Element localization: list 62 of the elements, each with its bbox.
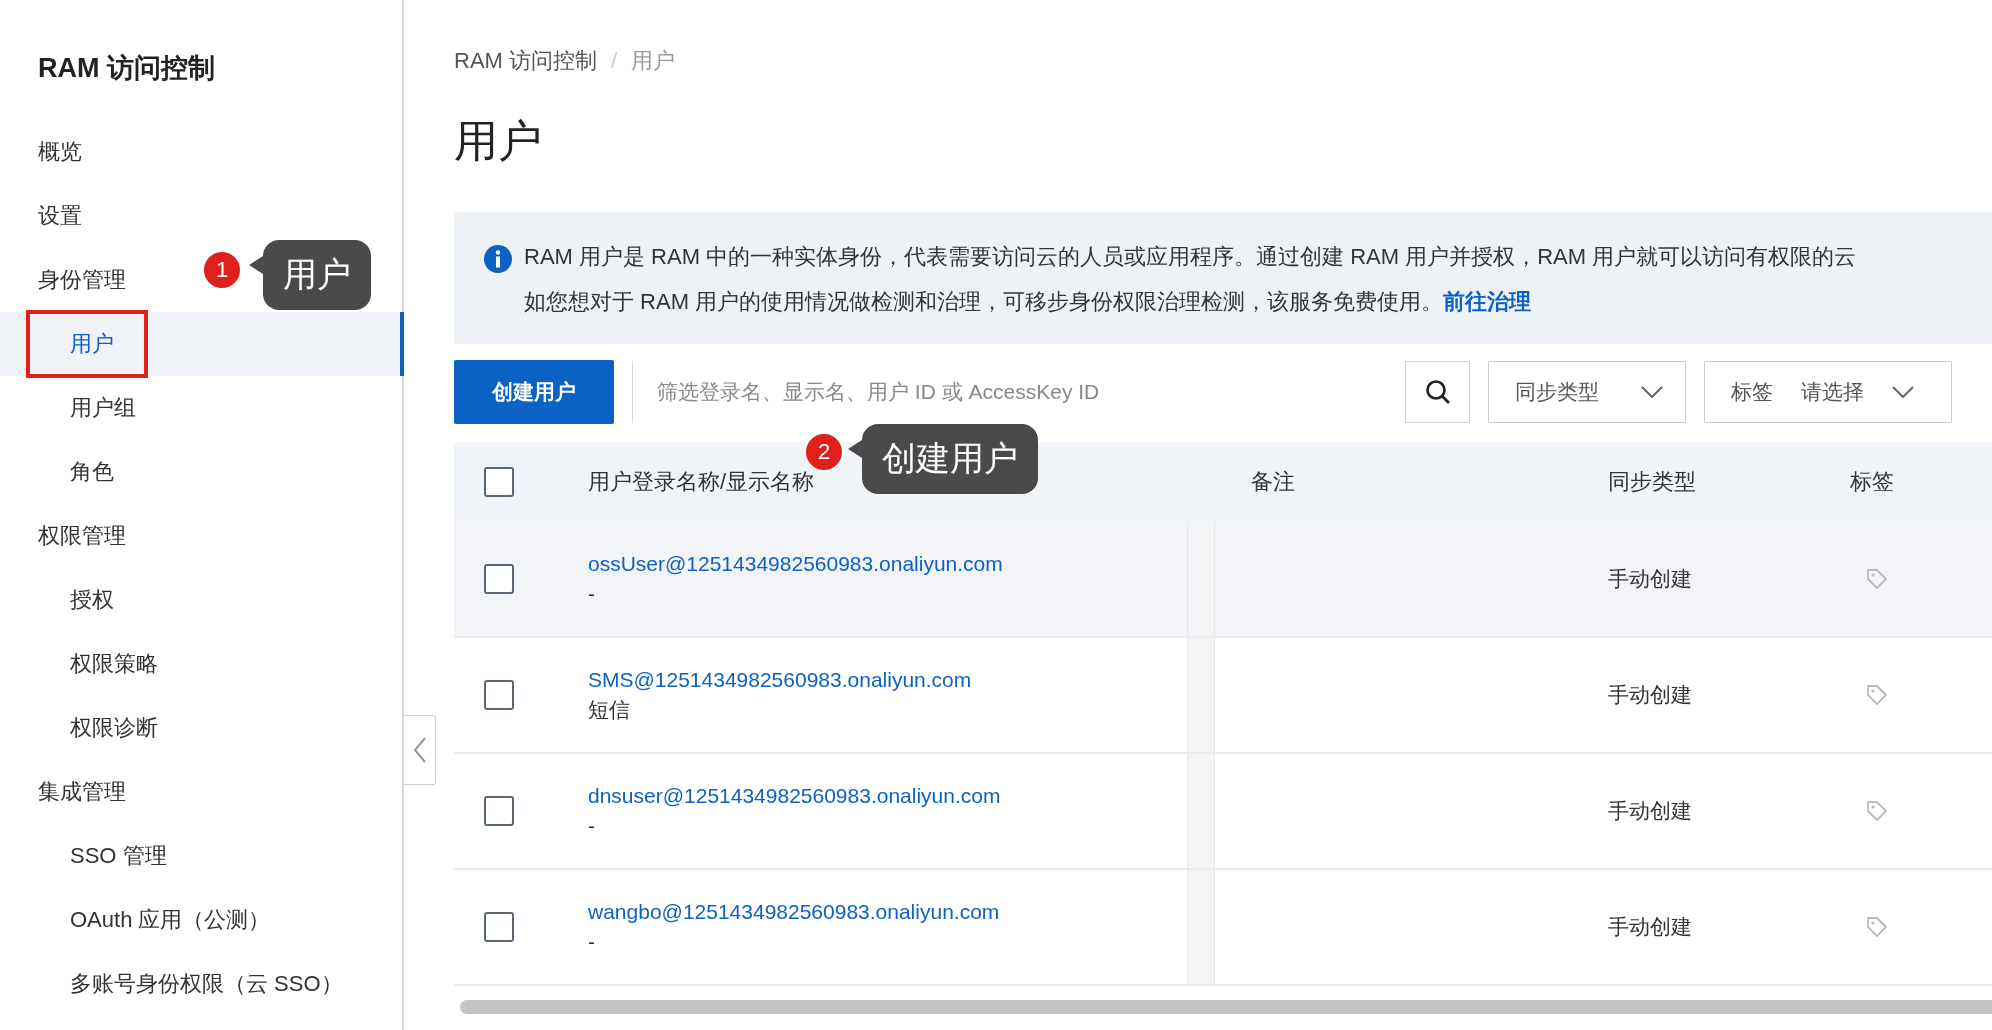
step-badge: 2 [804,432,844,472]
sidebar-item[interactable]: 设置 [0,184,92,248]
sync-type: 手动创建 [1608,566,1693,592]
table-row[interactable]: SMS@1251434982560983.onaliyun.com 短信 手动创建 [454,638,1992,754]
chevron-down-icon [1641,386,1663,398]
column-header: 同步类型 [1608,468,1697,496]
horizontal-scrollbar[interactable] [460,1000,1992,1014]
column-header: 备注 [1250,468,1296,496]
sidebar-item[interactable]: 概览 [0,120,92,184]
page-title: 用户 [454,115,543,167]
step-badge: 1 [202,250,242,290]
display-name: - [588,813,596,839]
breadcrumb-item: 用户 [631,47,676,75]
sidebar-item[interactable]: 集成管理 [0,760,136,824]
sync-type: 手动创建 [1608,914,1693,940]
sidebar-item[interactable]: 身份管理 [0,248,136,312]
sidebar-item[interactable]: SSO 管理 [0,824,177,888]
tooltip-pointer [848,440,862,458]
table-row[interactable]: dnsuser@1251434982560983.onaliyun.com - 手动创建 [454,754,1992,870]
sidebar-item[interactable]: 用户组 [0,376,146,440]
display-name: - [588,581,596,607]
sidebar-item[interactable]: 权限策略 [0,632,168,696]
sidebar-item[interactable]: 授权 [0,568,124,632]
table-row[interactable]: ossUser@1251434982560983.onaliyun.com - 手动创建 [454,522,1992,638]
sync-type: 手动创建 [1608,682,1693,708]
filter-dropdown[interactable]: 标签 请选择 [1704,361,1952,423]
info-icon [484,245,512,273]
chevron-left-icon [412,737,427,763]
user-login-link[interactable]: SMS@1251434982560983.onaliyun.com [588,665,1155,695]
sidebar-item[interactable]: 权限管理 [0,504,136,568]
user-login-link[interactable]: dnsuser@1251434982560983.onaliyun.com [588,781,1155,811]
sync-type: 手动创建 [1608,798,1693,824]
table-row[interactable]: wangbo@1251434982560983.onaliyun.com - 手动创建 [454,870,1992,986]
sidebar-item[interactable]: 用户 [0,312,402,376]
notice-text: 如您想对于 RAM 用户的使用情况做检测和治理，可移步身份权限治理检测，该服务免费使用。前往治理 [524,288,1533,316]
create-user-button[interactable]: 创建用户 [454,360,614,424]
display-name: - [588,929,596,955]
tooltip: 用户 [249,240,371,310]
tooltip-pointer [249,256,263,274]
governance-link[interactable]: 前往治理 [1443,289,1532,314]
breadcrumb-separator: / [611,48,618,74]
row-checkbox[interactable] [484,912,514,942]
column-header: 标签 [1850,468,1894,496]
search-icon [1424,379,1451,405]
select-all-checkbox[interactable] [484,467,514,497]
row-checkbox[interactable] [484,796,514,826]
sidebar-item[interactable]: 角色 [0,440,124,504]
user-login-link[interactable]: ossUser@1251434982560983.onaliyun.com [588,549,1155,579]
sidebar-item[interactable]: 权限诊断 [0,696,168,760]
sidebar-title: RAM 访问控制 [37,52,216,85]
sidebar-item[interactable]: 多账号身份权限（云 SSO） [0,952,353,1016]
breadcrumb-item[interactable]: RAM 访问控制 [454,46,597,76]
user-login-link[interactable]: wangbo@1251434982560983.onaliyun.com [588,897,1155,927]
sidebar-item[interactable]: OAuth 应用（公测） [0,888,281,952]
row-checkbox[interactable] [484,680,514,710]
tooltip: 创建用户 [848,424,1038,494]
row-checkbox[interactable] [484,564,514,594]
display-name: 短信 [588,697,631,723]
filter-dropdown[interactable]: 同步类型 [1488,361,1686,423]
search-field[interactable]: 筛选登录名、显示名、用户 ID 或 AccessKey ID [632,361,1470,423]
chevron-down-icon [1892,386,1914,398]
notice-text: RAM 用户是 RAM 中的一种实体身份，代表需要访问云的人员或应用程序。通过创建 RAM 用户并授权，RAM 用户就可以访问有权限的云 [524,243,1858,271]
